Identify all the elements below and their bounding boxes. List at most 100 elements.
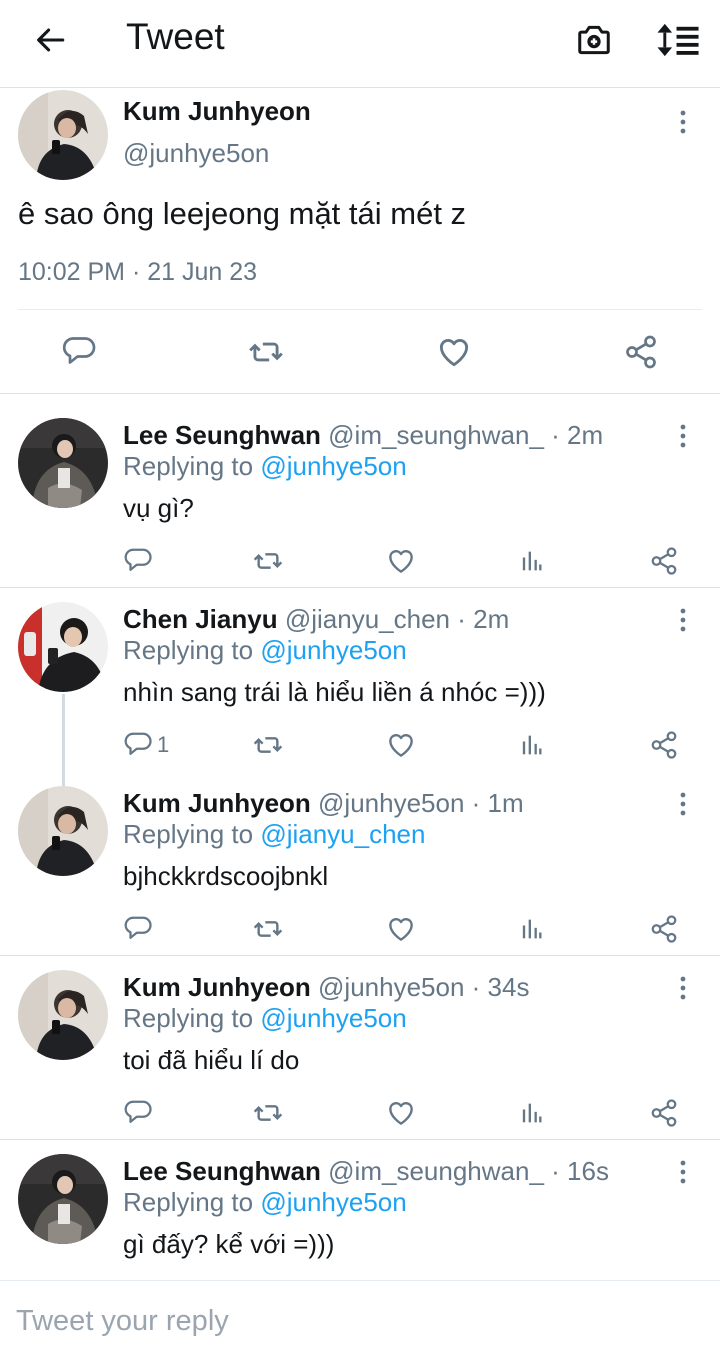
avatar[interactable] <box>18 418 108 508</box>
reply-text: gì đấy? kể với =))) <box>123 1229 335 1259</box>
bar-chart-icon <box>522 735 542 755</box>
avatar[interactable] <box>18 970 108 1060</box>
retweet-button[interactable] <box>252 544 284 578</box>
reply-action-bar <box>123 544 683 578</box>
top-app-bar: Tweet <box>0 0 720 88</box>
more-vertical-icon <box>680 1160 686 1184</box>
retweet-icon <box>253 1105 283 1121</box>
more-vertical-icon <box>680 976 686 1000</box>
retweet-button[interactable] <box>252 912 284 946</box>
tweet-text: ê sao ông leejeong mặt tái mét z <box>18 196 467 231</box>
reply-button[interactable] <box>59 332 99 372</box>
reply-icon <box>124 1100 152 1123</box>
bar-chart-icon <box>522 919 542 939</box>
author-handle[interactable]: @im_seunghwan_ <box>328 420 544 450</box>
reply-tweet[interactable]: Lee Seunghwan @im_seunghwan_ · 2m Replyi… <box>0 394 720 588</box>
like-button[interactable] <box>385 912 417 946</box>
avatar[interactable] <box>18 90 108 180</box>
author-name[interactable]: Kum Junhyeon <box>123 96 311 127</box>
reply-icon <box>124 732 152 755</box>
reply-button[interactable]: 1 <box>123 728 169 762</box>
share-icon <box>651 547 677 575</box>
author-handle[interactable]: @junhye5on <box>123 138 269 169</box>
retweet-button[interactable] <box>246 332 286 372</box>
more-vertical-icon <box>680 608 686 632</box>
sort-icon <box>657 23 699 57</box>
reply-header: Kum Junhyeon @junhye5on · 1m <box>123 788 524 819</box>
more-options-button[interactable] <box>671 786 695 822</box>
bar-chart-icon <box>522 551 542 571</box>
replying-to-link[interactable]: @junhye5on <box>260 1187 406 1217</box>
more-options-button[interactable] <box>671 1154 695 1190</box>
like-button[interactable] <box>385 1096 417 1130</box>
reply-icon <box>124 916 152 939</box>
share-button[interactable] <box>621 332 661 372</box>
bar-chart-icon <box>522 1103 542 1123</box>
reply-action-bar <box>123 1096 683 1130</box>
heart-icon <box>389 918 413 941</box>
more-options-button[interactable] <box>671 104 695 140</box>
like-button[interactable] <box>434 332 474 372</box>
sort-button[interactable] <box>652 18 704 62</box>
author-handle[interactable]: @jianyu_chen <box>285 604 450 634</box>
avatar[interactable] <box>18 602 108 692</box>
camera-button[interactable] <box>572 18 616 62</box>
share-button[interactable] <box>649 544 679 578</box>
author-name[interactable]: Kum Junhyeon <box>123 788 311 818</box>
author-name[interactable]: Chen Jianyu <box>123 604 278 634</box>
share-button[interactable] <box>649 912 679 946</box>
divider <box>18 309 702 310</box>
more-vertical-icon <box>680 792 686 816</box>
reply-button[interactable] <box>123 1096 157 1130</box>
heart-icon <box>389 1102 413 1125</box>
retweet-icon <box>248 342 284 362</box>
avatar[interactable] <box>18 1154 108 1244</box>
reply-tweet[interactable]: Lee Seunghwan @im_seunghwan_ · 16s Reply… <box>0 1140 720 1280</box>
reply-input[interactable] <box>16 1301 706 1341</box>
arrow-left-icon <box>37 28 65 52</box>
replying-to-link[interactable]: @junhye5on <box>260 1003 406 1033</box>
reply-header: Kum Junhyeon @junhye5on · 34s <box>123 972 529 1003</box>
like-button[interactable] <box>385 544 417 578</box>
replying-to: Replying to @junhye5on <box>123 1187 407 1218</box>
reply-header: Lee Seunghwan @im_seunghwan_ · 2m <box>123 420 603 451</box>
share-button[interactable] <box>649 728 679 762</box>
share-icon <box>651 731 677 759</box>
avatar[interactable] <box>18 786 108 876</box>
author-name[interactable]: Lee Seunghwan <box>123 420 321 450</box>
analytics-button[interactable] <box>517 544 545 578</box>
reply-text: bjhckkrdscoojbnkl <box>123 861 329 891</box>
reply-button[interactable] <box>123 912 157 946</box>
analytics-button[interactable] <box>517 728 545 762</box>
author-name[interactable]: Kum Junhyeon <box>123 972 311 1002</box>
reply-time: · 16s <box>551 1156 609 1186</box>
replying-to-link[interactable]: @junhye5on <box>260 635 406 665</box>
reply-composer <box>0 1280 720 1355</box>
more-options-button[interactable] <box>671 602 695 638</box>
retweet-icon <box>253 737 283 753</box>
reply-tweet[interactable]: Kum Junhyeon @junhye5on · 34s Replying t… <box>0 956 720 1140</box>
back-button[interactable] <box>28 20 72 60</box>
replying-to-link[interactable]: @jianyu_chen <box>260 819 425 849</box>
author-handle[interactable]: @im_seunghwan_ <box>328 1156 544 1186</box>
retweet-button[interactable] <box>252 1096 284 1130</box>
more-options-button[interactable] <box>671 418 695 454</box>
author-handle[interactable]: @junhye5on <box>318 972 464 1002</box>
reply-icon <box>124 548 152 571</box>
share-button[interactable] <box>649 1096 679 1130</box>
reply-count: 1 <box>157 732 170 757</box>
share-icon <box>651 915 677 943</box>
replying-to-link[interactable]: @junhye5on <box>260 451 406 481</box>
tweet-timestamp[interactable]: 10:02 PM · 21 Jun 23 <box>18 258 257 287</box>
share-icon <box>651 1099 677 1127</box>
retweet-button[interactable] <box>252 728 284 762</box>
more-options-button[interactable] <box>671 970 695 1006</box>
reply-tweet[interactable]: Chen Jianyu @jianyu_chen · 2m Replying t… <box>0 578 720 790</box>
analytics-button[interactable] <box>517 1096 545 1130</box>
author-name[interactable]: Lee Seunghwan <box>123 1156 321 1186</box>
reply-tweet[interactable]: Kum Junhyeon @junhye5on · 1m Replying to… <box>0 762 720 956</box>
analytics-button[interactable] <box>517 912 545 946</box>
reply-button[interactable] <box>123 544 157 578</box>
author-handle[interactable]: @junhye5on <box>318 788 464 818</box>
like-button[interactable] <box>385 728 417 762</box>
